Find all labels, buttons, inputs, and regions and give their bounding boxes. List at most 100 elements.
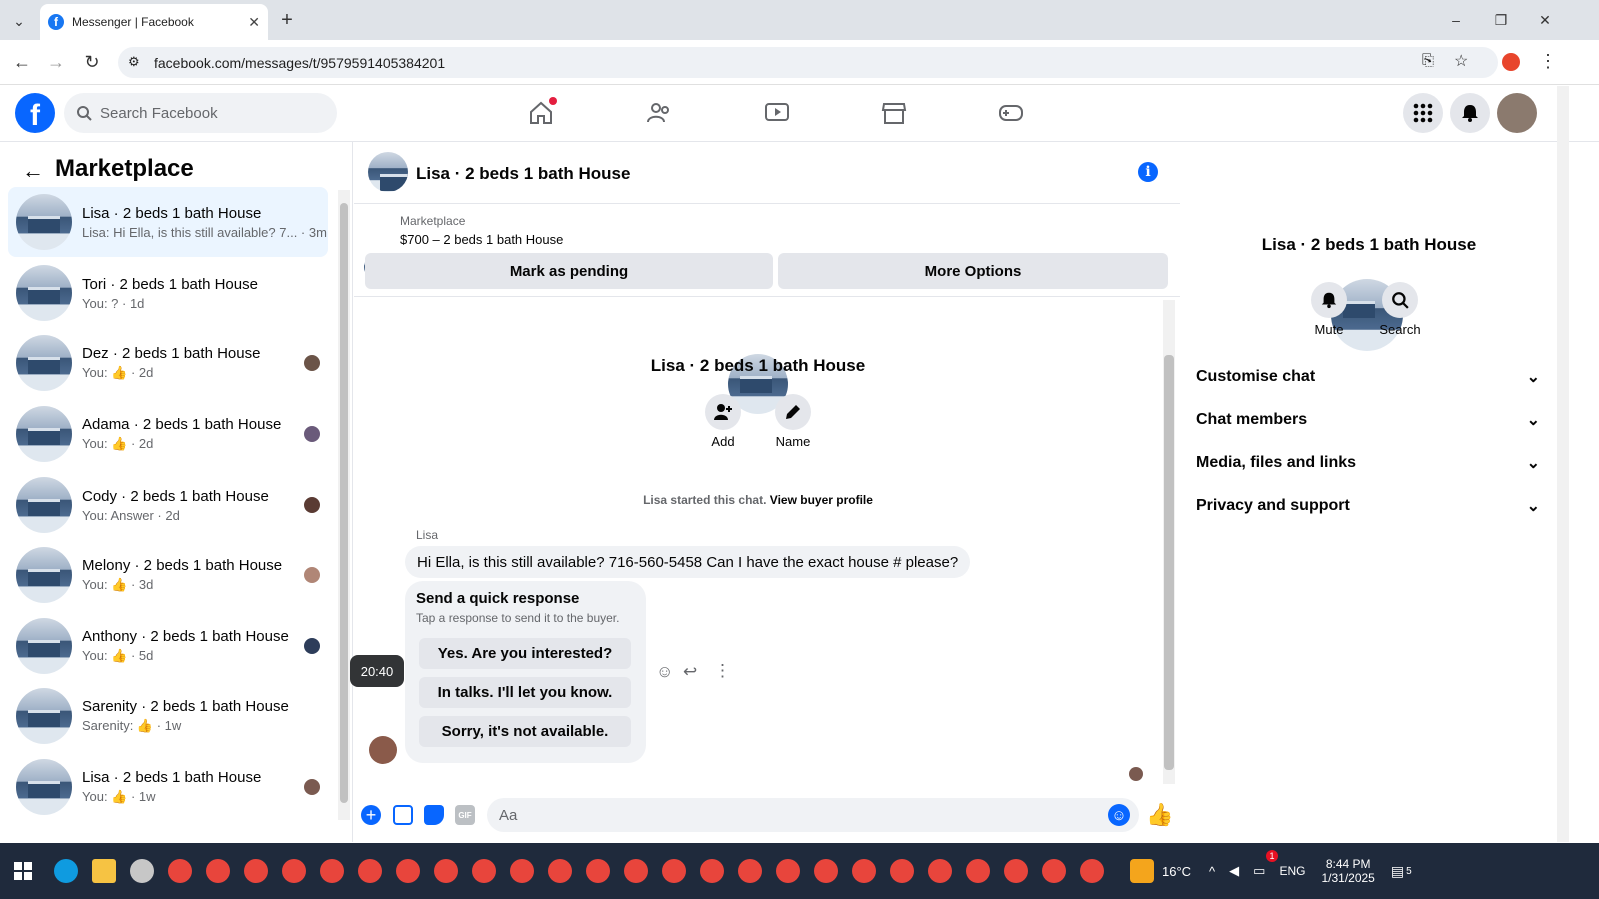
chrome-icon[interactable] bbox=[358, 859, 382, 883]
restore-window-icon[interactable]: ❐ bbox=[1491, 10, 1511, 30]
profile-avatar[interactable] bbox=[1497, 93, 1537, 133]
conversation-list-scrollbar-thumb[interactable] bbox=[340, 203, 348, 803]
conversation-item[interactable]: Sarenity · 2 beds 1 bath House Sarenity: … bbox=[8, 681, 328, 751]
chrome-icon[interactable] bbox=[1042, 859, 1066, 883]
language-indicator[interactable]: ENG bbox=[1279, 864, 1305, 878]
extension-icon[interactable] bbox=[1502, 53, 1520, 71]
conversation-item[interactable]: Tori · 2 beds 1 bath House You: ? · 1d bbox=[8, 258, 328, 328]
app-icon[interactable] bbox=[130, 859, 154, 883]
chrome-icon[interactable] bbox=[396, 859, 420, 883]
chrome-icon[interactable] bbox=[244, 859, 268, 883]
clock[interactable]: 8:44 PM 1/31/2025 bbox=[1321, 857, 1374, 885]
tab-close-icon[interactable]: ✕ bbox=[248, 14, 260, 31]
windows-start-icon[interactable] bbox=[14, 862, 32, 880]
attach-image-icon[interactable] bbox=[393, 805, 413, 825]
chrome-icon[interactable] bbox=[700, 859, 724, 883]
conversation-item[interactable]: Adama · 2 beds 1 bath House You: 👍 · 2d bbox=[8, 399, 328, 469]
chrome-icon[interactable] bbox=[814, 859, 838, 883]
chat-scrollbar-thumb[interactable] bbox=[1164, 355, 1174, 770]
weather-icon[interactable] bbox=[1130, 859, 1154, 883]
emoji-picker-icon[interactable]: ☺ bbox=[1108, 804, 1130, 826]
new-tab-button[interactable]: + bbox=[276, 8, 298, 32]
incoming-message-bubble[interactable]: Hi Ella, is this still available? 716-56… bbox=[405, 546, 971, 578]
close-window-icon[interactable]: ✕ bbox=[1535, 10, 1555, 30]
site-info-icon[interactable]: ⚙ bbox=[128, 54, 140, 70]
chrome-icon[interactable] bbox=[966, 859, 990, 883]
url-bar[interactable]: ⚙ facebook.com/messages/t/95795914053842… bbox=[118, 47, 1498, 78]
network-icon[interactable]: ▭ bbox=[1253, 863, 1265, 879]
edge-browser-icon[interactable] bbox=[54, 859, 78, 883]
chat-title[interactable]: Lisa · 2 beds 1 bath House bbox=[416, 164, 630, 184]
customise-chat-row[interactable]: Customise chat ⌄ bbox=[1196, 357, 1540, 397]
weather-temperature[interactable]: 16°C bbox=[1162, 864, 1191, 879]
menu-grid-icon[interactable] bbox=[1403, 93, 1443, 133]
file-explorer-icon[interactable] bbox=[92, 859, 116, 883]
info-icon[interactable]: i bbox=[1138, 162, 1158, 182]
quick-response-option[interactable]: Sorry, it's not available. bbox=[419, 716, 631, 747]
chrome-icon[interactable] bbox=[168, 859, 192, 883]
gif-icon[interactable]: GIF bbox=[455, 805, 475, 825]
chrome-icon[interactable] bbox=[510, 859, 534, 883]
mark-as-pending-button[interactable]: Mark as pending bbox=[365, 253, 773, 289]
conversation-item[interactable]: Dez · 2 beds 1 bath House You: 👍 · 2d bbox=[8, 328, 328, 398]
add-person-icon[interactable] bbox=[705, 394, 741, 430]
media-files-links-row[interactable]: Media, files and links ⌄ bbox=[1196, 443, 1540, 483]
facebook-search-input[interactable]: Search Facebook bbox=[64, 93, 337, 133]
react-emoji-icon[interactable]: ☺ bbox=[656, 662, 673, 682]
quick-response-option[interactable]: Yes. Are you interested? bbox=[419, 638, 631, 669]
view-buyer-profile-link[interactable]: View buyer profile bbox=[770, 493, 873, 507]
friends-nav-icon[interactable] bbox=[639, 97, 679, 129]
browser-menu-icon[interactable]: ⋮ bbox=[1538, 50, 1558, 72]
minimize-window-icon[interactable]: – bbox=[1446, 10, 1466, 30]
chrome-icon[interactable] bbox=[206, 859, 230, 883]
conversation-item[interactable]: Lisa · 2 beds 1 bath House You: 👍 · 1w bbox=[8, 752, 328, 822]
chrome-icon[interactable] bbox=[662, 859, 686, 883]
message-input[interactable]: Aa bbox=[487, 798, 1139, 832]
gaming-nav-icon[interactable] bbox=[991, 97, 1031, 129]
more-options-button[interactable]: More Options bbox=[778, 253, 1168, 289]
browser-tab[interactable]: f Messenger | Facebook ✕ bbox=[40, 4, 268, 40]
show-hidden-icons-chevron-icon[interactable]: ^ bbox=[1209, 864, 1215, 879]
chrome-icon[interactable] bbox=[548, 859, 572, 883]
marketplace-nav-icon[interactable] bbox=[874, 97, 914, 129]
edit-pencil-icon[interactable] bbox=[775, 394, 811, 430]
sticker-icon[interactable] bbox=[424, 805, 444, 825]
conversation-item[interactable]: Anthony · 2 beds 1 bath House You: 👍 · 5d bbox=[8, 611, 328, 681]
notifications-bell-icon[interactable] bbox=[1450, 93, 1490, 133]
chrome-icon[interactable] bbox=[434, 859, 458, 883]
chrome-icon[interactable] bbox=[738, 859, 762, 883]
quick-response-option[interactable]: In talks. I'll let you know. bbox=[419, 677, 631, 708]
privacy-support-row[interactable]: Privacy and support ⌄ bbox=[1196, 486, 1540, 526]
chrome-icon[interactable] bbox=[320, 859, 344, 883]
video-nav-icon[interactable] bbox=[757, 97, 797, 129]
plus-actions-icon[interactable]: + bbox=[361, 805, 381, 825]
back-arrow-icon[interactable]: ← bbox=[22, 158, 44, 184]
listing-price-title[interactable]: $700 – 2 beds 1 bath House bbox=[400, 232, 563, 247]
conversation-item[interactable]: Melony · 2 beds 1 bath House You: 👍 · 3d bbox=[8, 540, 328, 610]
page-scrollbar[interactable] bbox=[1557, 86, 1569, 842]
bookmark-star-icon[interactable]: ☆ bbox=[1454, 51, 1468, 71]
chat-avatar[interactable] bbox=[368, 152, 408, 192]
back-arrow-icon[interactable]: ← bbox=[12, 52, 32, 72]
sender-avatar[interactable] bbox=[369, 736, 397, 764]
home-nav-icon[interactable] bbox=[521, 97, 561, 129]
install-app-icon[interactable]: ⎘ bbox=[1422, 52, 1434, 69]
chrome-icon[interactable] bbox=[928, 859, 952, 883]
chrome-icon[interactable] bbox=[1004, 859, 1028, 883]
speaker-icon[interactable]: ◀ bbox=[1229, 863, 1239, 879]
chrome-icon[interactable] bbox=[852, 859, 876, 883]
chrome-icon[interactable] bbox=[776, 859, 800, 883]
reply-arrow-icon[interactable]: ↩ bbox=[683, 662, 697, 682]
facebook-logo-icon[interactable]: f bbox=[15, 93, 55, 133]
conversation-item[interactable]: Lisa · 2 beds 1 bath House Lisa: Hi Ella,… bbox=[8, 187, 328, 257]
chrome-icon[interactable] bbox=[472, 859, 496, 883]
reload-icon[interactable]: ↻ bbox=[82, 52, 102, 72]
search-in-chat-icon[interactable] bbox=[1382, 282, 1418, 318]
chat-members-row[interactable]: Chat members ⌄ bbox=[1196, 400, 1540, 440]
tab-search-chevron-icon[interactable]: ⌄ bbox=[8, 10, 30, 32]
forward-arrow-icon[interactable]: → bbox=[46, 52, 66, 72]
chrome-icon[interactable] bbox=[586, 859, 610, 883]
mute-bell-icon[interactable] bbox=[1311, 282, 1347, 318]
chrome-icon[interactable] bbox=[1080, 859, 1104, 883]
conversation-item[interactable]: Cody · 2 beds 1 bath House You: Answer · … bbox=[8, 470, 328, 540]
